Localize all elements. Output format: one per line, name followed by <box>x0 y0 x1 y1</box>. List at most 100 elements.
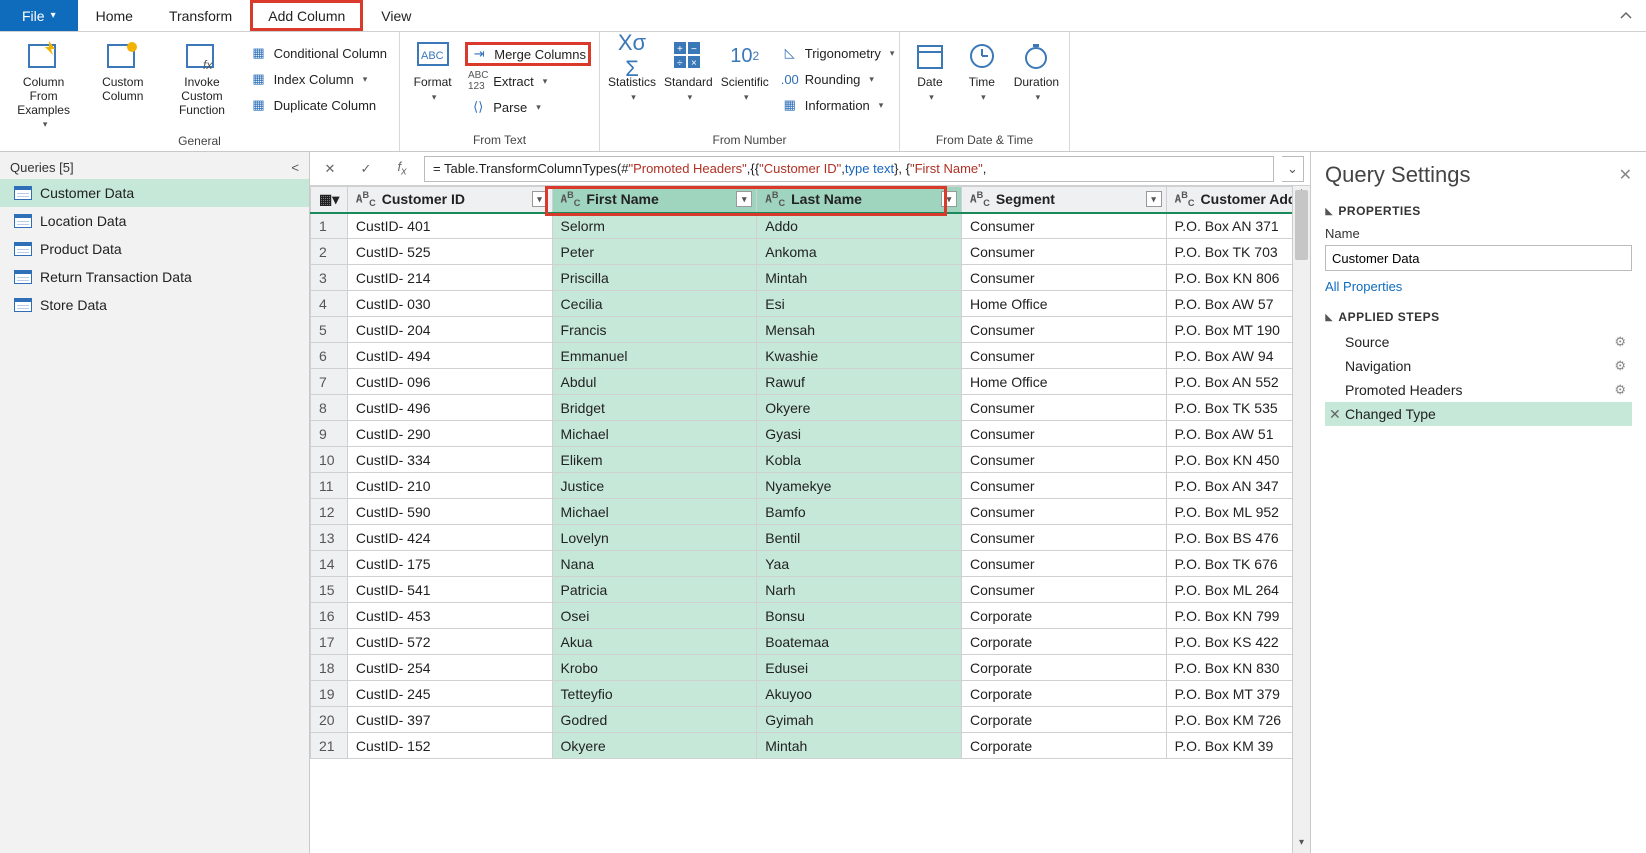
table-row[interactable]: 8CustID- 496BridgetOkyereConsumerP.O. Bo… <box>311 395 1310 421</box>
gear-icon[interactable]: ⚙ <box>1614 358 1626 374</box>
cell-last-name[interactable]: Gyasi <box>757 421 962 447</box>
cell-first-name[interactable]: Osei <box>552 603 757 629</box>
row-number[interactable]: 11 <box>311 473 348 499</box>
scroll-thumb[interactable] <box>1295 190 1308 260</box>
date-button[interactable]: Date <box>908 36 952 105</box>
cell-last-name[interactable]: Bamfo <box>757 499 962 525</box>
time-button[interactable]: Time <box>960 36 1004 105</box>
cell-segment[interactable]: Consumer <box>961 473 1166 499</box>
row-number[interactable]: 14 <box>311 551 348 577</box>
row-number[interactable]: 17 <box>311 629 348 655</box>
cell-segment[interactable]: Corporate <box>961 629 1166 655</box>
cell-first-name[interactable]: Priscilla <box>552 265 757 291</box>
extract-button[interactable]: ABC123Extract <box>465 70 591 92</box>
cell-address[interactable]: P.O. Box ML 952 <box>1166 499 1309 525</box>
cell-last-name[interactable]: Bonsu <box>757 603 962 629</box>
table-row[interactable]: 2CustID- 525PeterAnkomaConsumerP.O. Box … <box>311 239 1310 265</box>
applied-step[interactable]: Source⚙ <box>1325 330 1632 354</box>
cell-last-name[interactable]: Mintah <box>757 265 962 291</box>
cell-customer-id[interactable]: CustID- 204 <box>347 317 552 343</box>
cell-first-name[interactable]: Michael <box>552 499 757 525</box>
table-row[interactable]: 20CustID- 397GodredGyimahCorporateP.O. B… <box>311 707 1310 733</box>
information-button[interactable]: ▦Information <box>777 94 899 116</box>
row-number[interactable]: 15 <box>311 577 348 603</box>
tab-add-column[interactable]: Add Column <box>250 0 363 31</box>
row-number[interactable]: 16 <box>311 603 348 629</box>
queries-header[interactable]: Queries [5] < <box>0 156 309 179</box>
row-number[interactable]: 8 <box>311 395 348 421</box>
cell-customer-id[interactable]: CustID- 541 <box>347 577 552 603</box>
applied-steps-header[interactable]: APPLIED STEPS <box>1325 310 1632 324</box>
cell-last-name[interactable]: Rawuf <box>757 369 962 395</box>
row-number[interactable]: 21 <box>311 733 348 759</box>
all-properties-link[interactable]: All Properties <box>1325 279 1402 294</box>
cell-customer-id[interactable]: CustID- 254 <box>347 655 552 681</box>
filter-icon[interactable]: ▾ <box>532 191 548 207</box>
cell-customer-id[interactable]: CustID- 152 <box>347 733 552 759</box>
filter-icon[interactable]: ▾ <box>1146 191 1162 207</box>
cell-customer-id[interactable]: CustID- 214 <box>347 265 552 291</box>
cell-first-name[interactable]: Elikem <box>552 447 757 473</box>
cell-segment[interactable]: Consumer <box>961 421 1166 447</box>
cell-customer-id[interactable]: CustID- 496 <box>347 395 552 421</box>
row-number[interactable]: 5 <box>311 317 348 343</box>
cell-segment[interactable]: Consumer <box>961 447 1166 473</box>
cell-segment[interactable]: Consumer <box>961 551 1166 577</box>
cell-address[interactable]: P.O. Box AN 347 <box>1166 473 1309 499</box>
row-number[interactable]: 6 <box>311 343 348 369</box>
cell-first-name[interactable]: Selorm <box>552 213 757 239</box>
cell-customer-id[interactable]: CustID- 096 <box>347 369 552 395</box>
vertical-scrollbar[interactable]: ▴ ▾ <box>1292 186 1310 853</box>
filter-icon[interactable]: ▾ <box>736 191 752 207</box>
gear-icon[interactable]: ⚙ <box>1614 334 1626 350</box>
table-row[interactable]: 12CustID- 590MichaelBamfoConsumerP.O. Bo… <box>311 499 1310 525</box>
row-number[interactable]: 1 <box>311 213 348 239</box>
trigonometry-button[interactable]: ◺Trigonometry <box>777 42 899 64</box>
cell-last-name[interactable]: Esi <box>757 291 962 317</box>
cell-first-name[interactable]: Akua <box>552 629 757 655</box>
cell-last-name[interactable]: Mensah <box>757 317 962 343</box>
cell-customer-id[interactable]: CustID- 030 <box>347 291 552 317</box>
query-name-input[interactable] <box>1325 245 1632 271</box>
cell-last-name[interactable]: Narh <box>757 577 962 603</box>
cell-customer-id[interactable]: CustID- 210 <box>347 473 552 499</box>
row-number[interactable]: 3 <box>311 265 348 291</box>
cell-address[interactable]: P.O. Box KN 450 <box>1166 447 1309 473</box>
query-item[interactable]: Product Data <box>0 235 309 263</box>
table-row[interactable]: 1CustID- 401SelormAddoConsumerP.O. Box A… <box>311 213 1310 239</box>
table-row[interactable]: 11CustID- 210JusticeNyamekyeConsumerP.O.… <box>311 473 1310 499</box>
cell-first-name[interactable]: Nana <box>552 551 757 577</box>
cell-segment[interactable]: Consumer <box>961 577 1166 603</box>
cell-customer-id[interactable]: CustID- 290 <box>347 421 552 447</box>
table-row[interactable]: 19CustID- 245TetteyfioAkuyooCorporateP.O… <box>311 681 1310 707</box>
cell-first-name[interactable]: Lovelyn <box>552 525 757 551</box>
cell-customer-id[interactable]: CustID- 525 <box>347 239 552 265</box>
cell-address[interactable]: P.O. Box TK 676 <box>1166 551 1309 577</box>
parse-button[interactable]: ⟨⟩Parse <box>465 96 591 118</box>
duplicate-column-button[interactable]: ▦Duplicate Column <box>246 94 391 116</box>
column-header-first-name[interactable]: ABCFirst Name▾ <box>552 187 757 213</box>
statistics-button[interactable]: ΧσΣ Statistics <box>608 36 656 105</box>
cell-last-name[interactable]: Mintah <box>757 733 962 759</box>
cell-address[interactable]: P.O. Box AW 94 <box>1166 343 1309 369</box>
column-header-customer-add[interactable]: ABCCustomer Add <box>1166 187 1309 213</box>
cell-address[interactable]: P.O. Box AW 57 <box>1166 291 1309 317</box>
cell-last-name[interactable]: Gyimah <box>757 707 962 733</box>
cell-last-name[interactable]: Okyere <box>757 395 962 421</box>
cell-first-name[interactable]: Patricia <box>552 577 757 603</box>
row-number[interactable]: 10 <box>311 447 348 473</box>
table-row[interactable]: 6CustID- 494EmmanuelKwashieConsumerP.O. … <box>311 343 1310 369</box>
row-number[interactable]: 18 <box>311 655 348 681</box>
cell-address[interactable]: P.O. Box KM 726 <box>1166 707 1309 733</box>
rounding-button[interactable]: .00Rounding <box>777 68 899 90</box>
cell-segment[interactable]: Corporate <box>961 733 1166 759</box>
table-row[interactable]: 15CustID- 541PatriciaNarhConsumerP.O. Bo… <box>311 577 1310 603</box>
cell-last-name[interactable]: Addo <box>757 213 962 239</box>
formula-input[interactable]: = Table.TransformColumnTypes(#"Promoted … <box>424 156 1274 182</box>
cell-segment[interactable]: Consumer <box>961 317 1166 343</box>
cell-customer-id[interactable]: CustID- 424 <box>347 525 552 551</box>
cell-segment[interactable]: Consumer <box>961 239 1166 265</box>
cell-segment[interactable]: Corporate <box>961 603 1166 629</box>
cell-customer-id[interactable]: CustID- 401 <box>347 213 552 239</box>
cell-customer-id[interactable]: CustID- 334 <box>347 447 552 473</box>
